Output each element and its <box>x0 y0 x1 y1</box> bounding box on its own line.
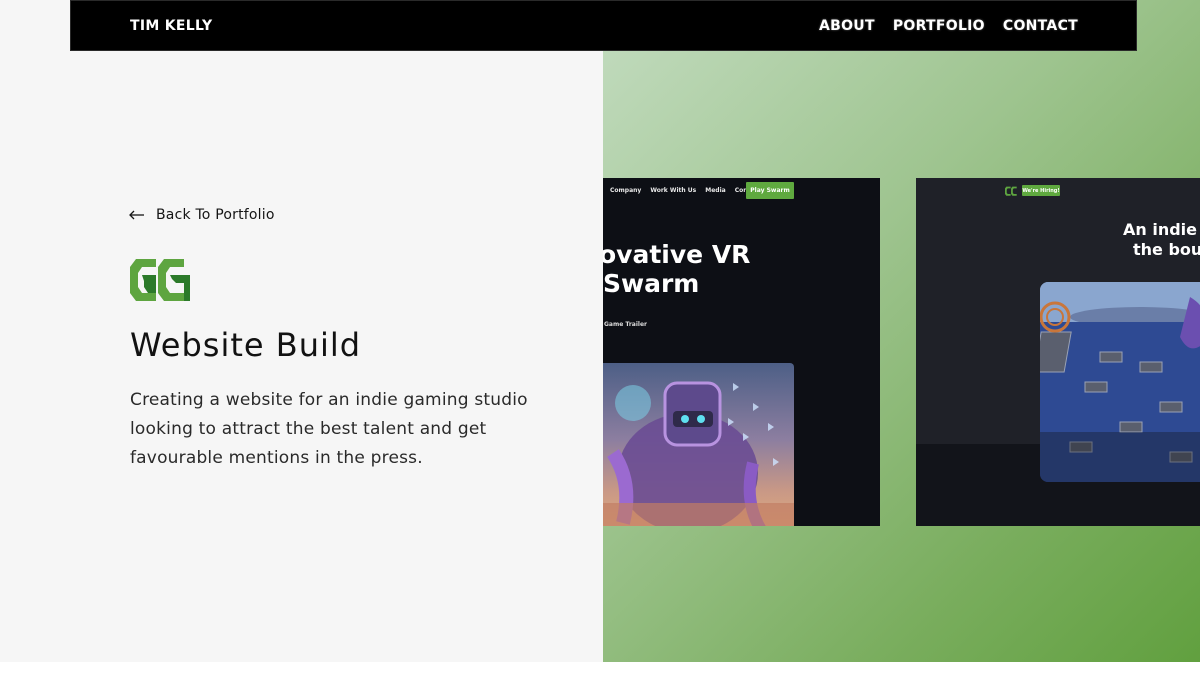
shot1-heading: ovative VR Swarm <box>603 240 750 298</box>
shot1-heading-line: ovative VR <box>603 240 751 269</box>
project-description: Creating a website for an indie gaming s… <box>130 390 528 468</box>
screenshot-careers-page[interactable]: We're Hiring! An indie s the boun <box>916 178 1200 526</box>
back-link-label: Back To Portfolio <box>156 207 275 223</box>
studio-logo-small <box>1005 186 1017 196</box>
game-world-image <box>1040 282 1200 482</box>
project-intro-panel: Back To Portfolio Website Build Creating… <box>0 0 603 662</box>
shot2-heading-line: An indie s <box>1123 220 1200 239</box>
nav-link-about[interactable]: ABOUT <box>819 18 875 34</box>
studio-logo <box>130 259 190 301</box>
shot1-play-button: Play Swarm <box>746 182 794 199</box>
nav-link-contact[interactable]: CONTACT <box>1003 18 1078 34</box>
shot1-heading-line: Swarm <box>603 269 700 298</box>
nav-link-portfolio[interactable]: PORTFOLIO <box>893 18 985 34</box>
game-key-art-image <box>603 363 794 526</box>
shot1-nav: Company Work With Us Media Contact <box>610 187 761 194</box>
back-to-portfolio-link[interactable]: Back To Portfolio <box>129 207 275 223</box>
shot1-nav-item: Work With Us <box>650 187 697 194</box>
shot2-hiring-button: We're Hiring! <box>1022 185 1060 196</box>
arrow-left-icon <box>129 210 144 220</box>
top-navigation-bar: TIM KELLY ABOUT PORTFOLIO CONTACT <box>70 0 1137 51</box>
screenshot-home-page[interactable]: Company Work With Us Media Contact Play … <box>603 178 880 526</box>
shot1-nav-item: Media <box>705 187 726 194</box>
shot2-heading-line: the boun <box>1133 240 1200 259</box>
shot1-nav-item: Company <box>610 187 642 194</box>
main-nav: ABOUT PORTFOLIO CONTACT <box>819 18 1078 34</box>
project-gallery: Company Work With Us Media Contact Play … <box>603 0 1200 662</box>
site-brand-link[interactable]: TIM KELLY <box>130 18 212 34</box>
shot1-trailer-label: Game Trailer <box>604 321 647 328</box>
project-title: Website Build <box>130 326 362 364</box>
